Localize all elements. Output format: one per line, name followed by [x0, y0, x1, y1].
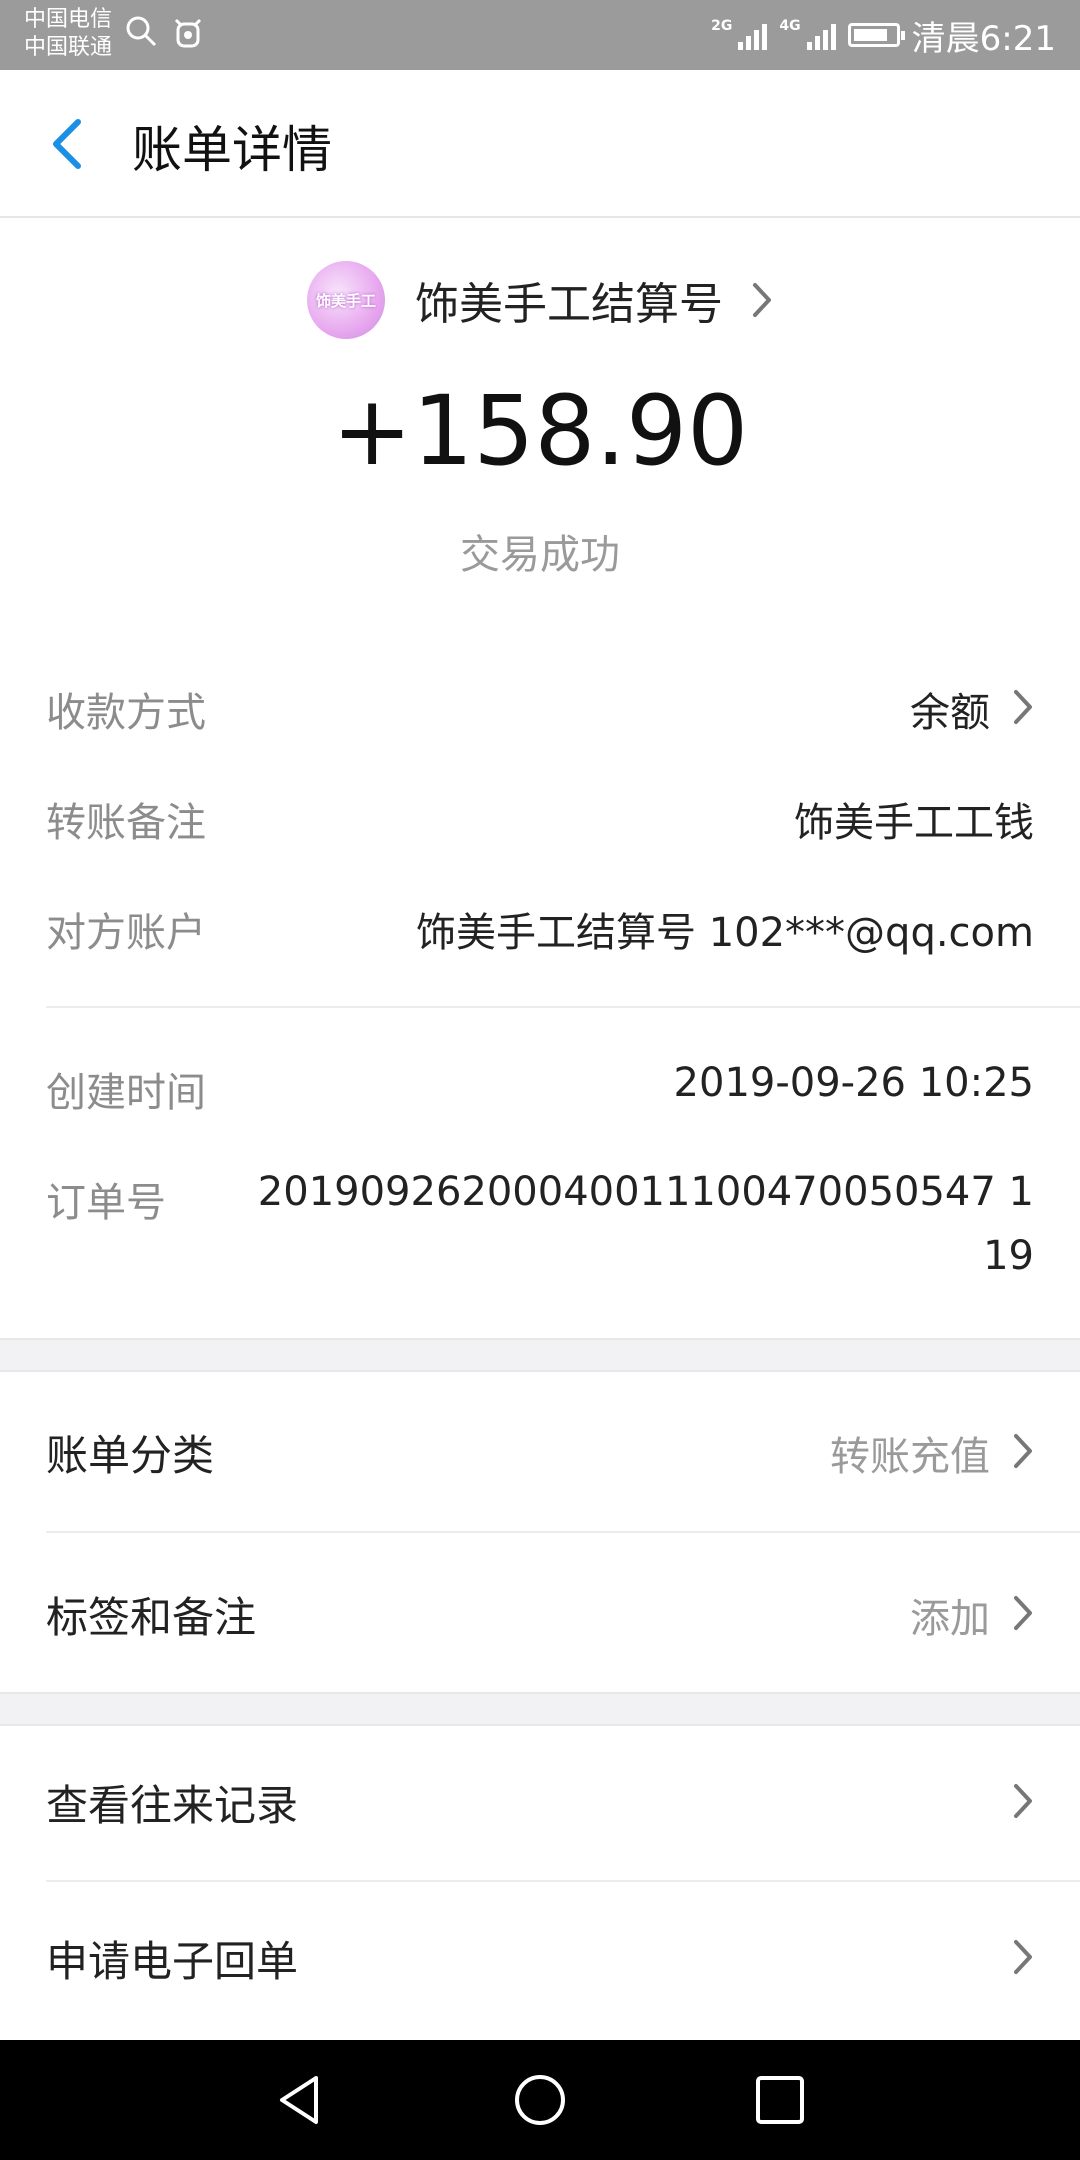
chevron-right-icon — [1014, 690, 1032, 724]
transfer-note-label: 转账备注 — [46, 800, 206, 846]
order-number-label: 订单号 — [46, 1180, 166, 1226]
section-gap — [0, 1338, 1080, 1372]
back-triangle-icon[interactable] — [272, 2072, 328, 2128]
tags-notes-label: 标签和备注 — [46, 1593, 257, 1642]
counterparty-label: 对方账户 — [46, 910, 206, 956]
view-history-row[interactable]: 查看往来记录 — [46, 1762, 1034, 1842]
recents-square-icon[interactable] — [752, 2072, 808, 2128]
network-type-1: 2G — [711, 18, 733, 34]
signal-icon — [806, 20, 836, 50]
payee-name: 饰美手工结算号 — [415, 279, 723, 330]
bill-category-value: 转账充值 — [830, 1434, 990, 1480]
created-time-value: 2019-09-26 10:25 — [673, 1060, 1034, 1106]
divider — [46, 1006, 1080, 1008]
avatar: 饰美手工 — [307, 261, 385, 339]
chevron-right-icon — [753, 283, 771, 317]
status-icons: 2G 4G 清晨6:21 — [711, 0, 1056, 70]
battery-icon — [847, 23, 905, 47]
e-receipt-row[interactable]: 申请电子回单 — [46, 1918, 1034, 1998]
order-number-value: 20190926200040011100470050547 1 19 — [258, 1160, 1034, 1288]
chevron-right-icon — [1014, 1940, 1032, 1974]
order-number-line-1: 20190926200040011100470050547 1 — [257, 1169, 1034, 1215]
section-gap — [0, 1692, 1080, 1726]
status-bar: 中国电信 中国联通 2G 4G 清晨6:21 — [0, 0, 1080, 70]
payee-link[interactable]: 饰美手工 饰美手工结算号 — [0, 252, 1080, 348]
divider — [46, 1880, 1080, 1882]
payment-method-value: 余额 — [910, 690, 990, 736]
back-button[interactable] — [44, 114, 92, 174]
carrier-info: 中国电信 中国联通 — [24, 6, 112, 62]
title-bar: 账单详情 — [0, 70, 1080, 218]
tags-notes-value: 添加 — [910, 1596, 990, 1642]
transfer-note-value: 饰美手工工钱 — [794, 800, 1034, 846]
view-history-label: 查看往来记录 — [46, 1781, 299, 1830]
avatar-text: 饰美手工 — [315, 291, 376, 310]
order-number-line-2: 19 — [983, 1233, 1034, 1279]
page-title: 账单详情 — [132, 121, 332, 179]
bill-category-row[interactable]: 账单分类 转账充值 — [46, 1412, 1034, 1492]
notification-app-icon — [174, 18, 202, 48]
bill-category-label: 账单分类 — [46, 1431, 215, 1480]
payment-method-label: 收款方式 — [46, 690, 206, 736]
carrier-1: 中国电信 — [24, 7, 113, 32]
tags-notes-row[interactable]: 标签和备注 添加 — [46, 1574, 1034, 1654]
transaction-status: 交易成功 — [460, 532, 620, 578]
chevron-right-icon — [1014, 1784, 1032, 1818]
search-icon — [126, 16, 157, 47]
system-nav-bar — [0, 2040, 1080, 2160]
divider — [46, 1531, 1080, 1533]
signal-icon — [738, 20, 768, 50]
chevron-right-icon — [1014, 1434, 1032, 1468]
chevron-right-icon — [1014, 1596, 1032, 1630]
network-type-2: 4G — [779, 18, 801, 34]
home-circle-icon[interactable] — [512, 2072, 568, 2128]
transaction-amount: +158.90 — [331, 375, 749, 487]
created-time-label: 创建时间 — [46, 1070, 206, 1116]
clock: 清晨6:21 — [911, 18, 1056, 59]
e-receipt-label: 申请电子回单 — [46, 1937, 299, 1986]
counterparty-value: 饰美手工结算号 102***@qq.com — [416, 910, 1034, 956]
carrier-2: 中国联通 — [24, 35, 113, 60]
